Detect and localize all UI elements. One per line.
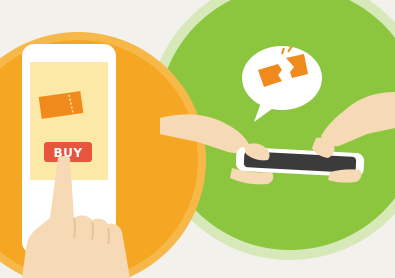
illustration-frame: BUY bbox=[0, 0, 395, 278]
illustration-canvas: BUY bbox=[0, 0, 395, 278]
right-fingers bbox=[328, 169, 362, 183]
